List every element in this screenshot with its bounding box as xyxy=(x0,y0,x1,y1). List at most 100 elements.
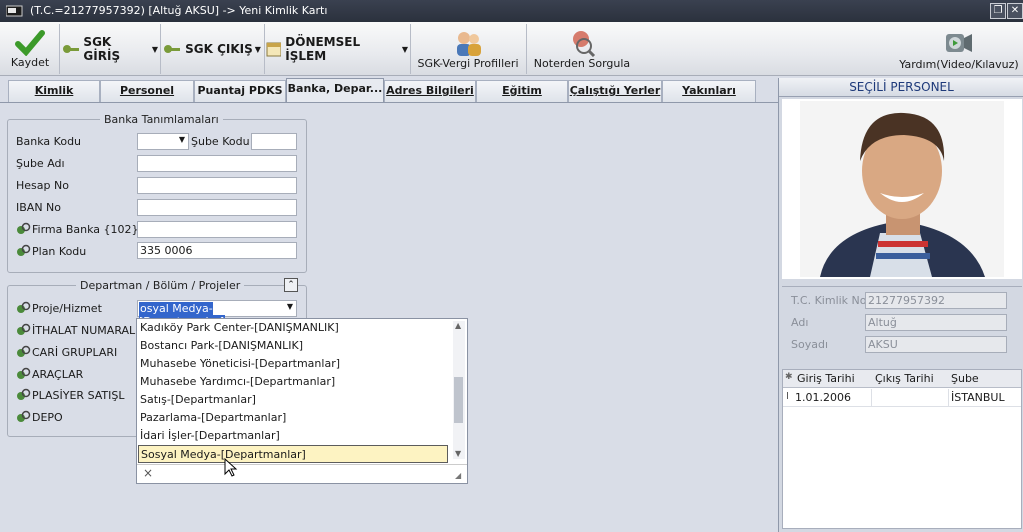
tab-banka-departman[interactable]: Banka, Depar... xyxy=(286,78,384,102)
divider xyxy=(137,464,467,465)
proje-label[interactable]: Proje/Hizmet xyxy=(16,301,102,315)
person-photo xyxy=(800,101,1004,277)
donemsel-islem-button[interactable]: DÖNEMSEL İŞLEM ▼ xyxy=(266,22,408,76)
sube-kodu-input[interactable] xyxy=(251,133,297,150)
soyadi-field: AKSU xyxy=(865,336,1007,353)
restore-button[interactable]: ❐ xyxy=(990,3,1006,19)
sgk-vergi-label: SGK-Vergi Profilleri xyxy=(417,56,519,70)
ithalat-text: İTHALAT NUMARAL xyxy=(32,324,136,337)
list-item[interactable]: Muhasebe Yardımcı-[Departmanlar] xyxy=(140,373,335,391)
search-key-icon xyxy=(17,323,31,335)
close-button[interactable]: ✕ xyxy=(1007,3,1023,19)
plasiyer-text: PLASİYER SATIŞL xyxy=(32,389,125,402)
plan-kodu-text: Plan Kodu xyxy=(32,245,87,258)
tab-egitim-bilgileri[interactable]: Eğitim Bilgileri xyxy=(476,80,568,117)
giris-cell: 1.01.2006 xyxy=(795,391,851,404)
search-key-icon xyxy=(17,301,31,313)
app-icon xyxy=(6,5,23,17)
close-icon[interactable]: × xyxy=(143,466,153,480)
calendar-icon xyxy=(266,42,282,57)
scroll-up-icon[interactable]: ▲ xyxy=(455,321,461,330)
video-icon xyxy=(946,33,972,52)
iban-input[interactable] xyxy=(137,199,297,216)
sgk-vergi-profilleri-button[interactable]: SGK-Vergi Profilleri xyxy=(412,22,524,76)
separator xyxy=(59,24,60,74)
help-label: Yardım(Video/Kılavuz) xyxy=(899,57,1019,71)
tab-adres-bilgileri[interactable]: Adres Bilgileri xyxy=(384,80,476,102)
toolbar: Kaydet SGK GİRİŞ ▼ SGK ÇIKIŞ ▼ DÖNEMSEL İŞ… xyxy=(0,22,1023,76)
depo-label[interactable]: DEPO xyxy=(16,410,63,424)
sgk-giris-button[interactable]: SGK GİRİŞ ▼ xyxy=(62,22,158,76)
noterden-sorgula-button[interactable]: Noterden Sorgula xyxy=(530,22,634,76)
noter-label: Noterden Sorgula xyxy=(533,56,631,70)
tab-yakinlari[interactable]: Yakınları xyxy=(662,80,756,102)
soyadi-label: Soyadı xyxy=(791,338,829,351)
scrollbar-thumb[interactable] xyxy=(454,377,463,423)
tab-calistigi-yerler[interactable]: Çalıştığı Yerler xyxy=(568,80,662,102)
firma-banka-input[interactable] xyxy=(137,221,297,238)
scrollbar[interactable]: ▲ ▼ xyxy=(453,321,465,459)
list-item[interactable]: Muhasebe Yöneticisi-[Departmanlar] xyxy=(140,355,340,373)
scroll-down-icon[interactable]: ▼ xyxy=(455,449,461,458)
search-key-icon xyxy=(17,388,31,400)
panel-header: SEÇİLİ PERSONEL xyxy=(779,78,1023,97)
araclar-text: ARAÇLAR xyxy=(32,368,84,381)
column-header[interactable]: Giriş Tarihi xyxy=(797,372,855,385)
plan-kodu-input[interactable]: 335 0006 xyxy=(137,242,297,259)
search-key-icon xyxy=(17,410,31,422)
tab-strip: Kimlik Bilgileri Personel Bilg... Puanta… xyxy=(0,78,778,117)
tab-kimlik-bilgileri[interactable]: Kimlik Bilgileri xyxy=(8,80,100,117)
key-icon xyxy=(63,45,79,53)
department-legend: Departman / Bölüm / Projeler xyxy=(80,279,241,292)
save-button[interactable]: Kaydet xyxy=(4,22,56,76)
separator xyxy=(264,24,265,74)
araclar-label[interactable]: ARAÇLAR xyxy=(16,367,83,381)
proje-combobox[interactable]: osyal Medya-[Departmanlar] ▼ xyxy=(137,300,297,328)
tc-field: 21277957392 xyxy=(865,292,1007,309)
help-video-button[interactable]: Yardım(Video/Kılavuz) xyxy=(899,22,1019,76)
list-item[interactable]: Satış-[Departmanlar] xyxy=(140,391,256,409)
column-header[interactable]: Şube xyxy=(951,372,979,385)
divider xyxy=(782,286,1022,287)
separator xyxy=(526,24,527,74)
plan-kodu-label[interactable]: Plan Kodu xyxy=(16,244,86,258)
firma-banka-text: Firma Banka {102} xyxy=(32,223,139,236)
ithalat-label[interactable]: İTHALAT NUMARAL xyxy=(16,323,135,337)
key-icon xyxy=(164,45,181,53)
sube-adi-input[interactable] xyxy=(137,155,297,172)
tab-label: Çalıştığı Yerler xyxy=(569,84,661,97)
list-item[interactable]: Kadıköy Park Center-[DANIŞMANLIK] xyxy=(140,319,339,337)
hesap-no-input[interactable] xyxy=(137,177,297,194)
proje-dropdown-list[interactable]: Kadıköy Park Center-[DANIŞMANLIK] Bostan… xyxy=(136,318,468,484)
list-item[interactable]: Bostancı Park-[DANIŞMANLIK] xyxy=(140,337,303,355)
adi-label: Adı xyxy=(791,316,809,329)
collapse-button[interactable]: ⌃ xyxy=(284,278,298,292)
asterisk-icon: ✱ xyxy=(785,372,793,382)
sgk-cikis-label: SGK ÇIKIŞ xyxy=(185,42,253,56)
tab-personel-bilgileri[interactable]: Personel Bilg... xyxy=(100,80,194,117)
resize-grip-icon[interactable]: ◢ xyxy=(455,471,461,480)
adi-field: Altuğ xyxy=(865,314,1007,331)
tab-label: Puantaj PDKS xyxy=(197,84,283,97)
cari-text: CARİ GRUPLARI xyxy=(32,346,118,359)
table-row[interactable]: I 1.01.2006 İSTANBUL xyxy=(783,389,1021,407)
search-key-icon xyxy=(17,345,31,357)
cari-label[interactable]: CARİ GRUPLARI xyxy=(16,345,117,359)
list-item[interactable]: İdari İşler-[Departmanlar] xyxy=(140,427,280,445)
sgk-giris-label: SGK GİRİŞ xyxy=(83,35,121,63)
list-item-selected[interactable]: Sosyal Medya-[Departmanlar] xyxy=(138,445,448,463)
column-header[interactable]: Çıkış Tarihi xyxy=(875,372,934,385)
tab-label: Yakınları xyxy=(682,84,736,97)
firma-banka-label[interactable]: Firma Banka {102} xyxy=(16,222,139,236)
list-item[interactable]: Pazarlama-[Departmanlar] xyxy=(140,409,286,427)
banka-kodu-select[interactable]: ▼ xyxy=(137,133,189,150)
sube-kodu-label: Şube Kodu xyxy=(191,135,250,148)
tab-puantaj-pdks[interactable]: Puantaj PDKS xyxy=(194,80,286,102)
title-bar: (T.C.=21277957392) [Altuğ AKSU] -> Yeni … xyxy=(0,0,1023,22)
sgk-cikis-button[interactable]: SGK ÇIKIŞ ▼ xyxy=(163,22,261,76)
plasiyer-label[interactable]: PLASİYER SATIŞL xyxy=(16,388,125,402)
employment-grid[interactable]: ✱ Giriş Tarihi Çıkış Tarihi Şube I 1.01.… xyxy=(782,369,1022,529)
row-cursor-icon: I xyxy=(786,391,789,402)
sube-cell: İSTANBUL xyxy=(951,391,1005,404)
tab-label: Banka, Depar... xyxy=(287,82,383,95)
